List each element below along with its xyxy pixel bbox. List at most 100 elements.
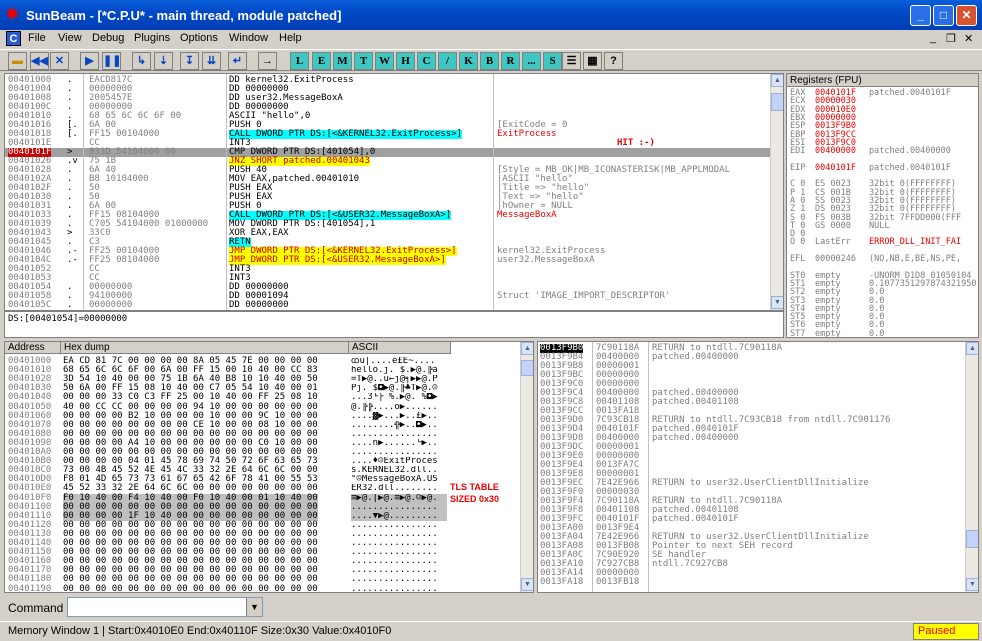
- scroll-up-icon[interactable]: ▲: [966, 342, 978, 355]
- dump-ascii: ................: [351, 539, 438, 548]
- breakpoints-button[interactable]: B: [480, 52, 499, 70]
- source-button[interactable]: S: [543, 52, 562, 70]
- menu-view[interactable]: View: [58, 32, 82, 44]
- stack-address: 0013FA18: [540, 577, 584, 587]
- disasm-row[interactable]: 0040102F. 50 PUSH EAX |Title => "hello": [5, 184, 770, 193]
- disasm-comment: user32.MessageBoxA: [497, 255, 595, 265]
- stack-pane[interactable]: 0013F9B0 7C90118A RETURN to ntdll.7C90118A…: [537, 341, 979, 593]
- status-text: Memory Window 1 | Start:0x4010E0 End:0x4…: [8, 625, 392, 637]
- menu-help[interactable]: Help: [279, 32, 302, 44]
- stack-comment: patched.00401108: [652, 397, 739, 407]
- disasm-row[interactable]: 0040101F >833D 54104000 00 CMP DWORD PTR D…: [5, 148, 770, 157]
- status-bar: Memory Window 1 | Start:0x4010E0 End:0x4…: [0, 621, 982, 641]
- scroll-thumb[interactable]: [966, 530, 978, 548]
- dump-hex: 00 00 00 00 00 00 00 00 00 00 00 00 00 0…: [63, 583, 318, 593]
- disasm-row[interactable]: 00401052 CC INT3: [5, 265, 770, 274]
- memory-window-button[interactable]: M: [333, 52, 352, 70]
- list-icon[interactable]: ☰: [562, 52, 581, 70]
- menu-window[interactable]: Window: [229, 32, 268, 44]
- dump-ascii: ....♦☺ExitProces: [351, 457, 438, 467]
- disassembly-scrollbar[interactable]: ▲ ▼: [770, 74, 783, 310]
- chevron-down-icon[interactable]: ▼: [246, 598, 262, 616]
- run-icon[interactable]: ▶: [80, 52, 99, 70]
- menu-bar: C File View Debug Plugins Options Window…: [0, 30, 982, 48]
- command-bar: Command ▼: [0, 595, 982, 620]
- disasm-row[interactable]: 0040105C. 00000000 DD 00000000: [5, 301, 770, 310]
- dump-ascii: ꭃü|....è£E~....: [351, 357, 436, 366]
- references-button[interactable]: R: [501, 52, 520, 70]
- modules-window-button[interactable]: E: [312, 52, 331, 70]
- stack-row[interactable]: 0013FA18 0013FB18: [538, 578, 965, 587]
- dump-ascii: ................: [351, 429, 438, 439]
- grid-icon[interactable]: ▦: [583, 52, 602, 70]
- call-stack-button[interactable]: K: [459, 52, 478, 70]
- stack-comment: RETURN to user32.UserClientDllInitialize: [652, 478, 869, 488]
- stack-scrollbar[interactable]: ▲ ▼: [965, 342, 978, 592]
- dump-ascii: ≡▶@.⌠▶@.≡▶@.☺▶@.: [351, 493, 447, 503]
- stack-comment: patched.0040101F: [652, 514, 739, 524]
- child-minimize-icon[interactable]: _: [930, 32, 936, 44]
- patches-window-button[interactable]: /: [438, 52, 457, 70]
- menu-debug[interactable]: Debug: [92, 32, 124, 44]
- dump-row[interactable]: 00401190 00 00 00 00 00 00 00 00 00 00 00…: [5, 583, 520, 593]
- child-restore-icon[interactable]: ❐: [946, 32, 956, 45]
- trace-into-icon[interactable]: ↧: [180, 52, 199, 70]
- threads-window-button[interactable]: T: [354, 52, 373, 70]
- command-input[interactable]: ▼: [67, 597, 263, 617]
- close-icon[interactable]: ✕: [50, 52, 69, 70]
- dump-ascii: °☺MessageBoxA.US: [351, 475, 438, 485]
- scroll-down-icon[interactable]: ▼: [966, 578, 978, 591]
- menu-file[interactable]: File: [28, 32, 46, 44]
- disasm-row[interactable]: 0040104C .- FF25 08104000 JMP DWORD PTR DS:…: [5, 256, 770, 265]
- register-row[interactable]: ST7 empty 0.0: [787, 328, 978, 338]
- scroll-up-icon[interactable]: ▲: [521, 342, 533, 355]
- trace-over-icon[interactable]: ⇊: [202, 52, 221, 70]
- dump-ascii: @.╠╠....ö▶......: [351, 402, 438, 412]
- scroll-up-icon[interactable]: ▲: [771, 74, 783, 87]
- disasm-row[interactable]: 0040102A. B8 10104000 MOV EAX,patched.0040…: [5, 175, 770, 184]
- windows-window-button[interactable]: W: [375, 52, 394, 70]
- close-button[interactable]: ✕: [956, 5, 977, 26]
- dump-ascii: ................: [351, 548, 438, 558]
- menu-options[interactable]: Options: [180, 32, 218, 44]
- disasm-comment: MessageBoxA: [497, 210, 557, 220]
- disasm-row[interactable]: 00401043 >33C0 XOR EAX,EAX: [5, 229, 770, 238]
- dump-header-address[interactable]: Address: [5, 342, 61, 354]
- command-label: Command: [8, 601, 64, 615]
- pause-icon[interactable]: ❚❚: [102, 52, 121, 70]
- scroll-thumb[interactable]: [771, 93, 783, 111]
- disasm-row[interactable]: 00401030. 50 PUSH EAX |Text => "hello": [5, 193, 770, 202]
- dump-header-ascii[interactable]: ASCII: [349, 342, 451, 354]
- disasm-row[interactable]: 00401010. 68 65 6C 6C 6F 00 ASCII "hello",…: [5, 112, 770, 121]
- minimize-button[interactable]: _: [910, 5, 931, 26]
- stack-comment: ntdll.7C927CB8: [652, 559, 728, 569]
- scroll-down-icon[interactable]: ▼: [521, 578, 533, 591]
- handles-window-button[interactable]: H: [396, 52, 415, 70]
- hit-annotation: HIT :-): [617, 138, 655, 148]
- scroll-thumb[interactable]: [521, 360, 533, 376]
- scroll-down-icon[interactable]: ▼: [771, 296, 783, 309]
- dump-pane[interactable]: Address Hex dump ASCII 00401000 EA CD 81 …: [4, 341, 534, 593]
- registers-pane[interactable]: Registers (FPU) EAX 0040101F patched.00401…: [786, 73, 979, 338]
- disassembly-pane[interactable]: 00401000. EACD817C DD kernel32.ExitProcess…: [4, 73, 784, 311]
- disasm-row[interactable]: 00401018 [. FF15 00104000 CALL DWORD PTR DS…: [5, 130, 770, 139]
- dump-address: 00401190: [8, 583, 52, 593]
- dump-scrollbar[interactable]: ▲ ▼: [520, 342, 533, 592]
- maximize-button[interactable]: □: [933, 5, 954, 26]
- step-into-icon[interactable]: ↳: [132, 52, 151, 70]
- menu-plugins[interactable]: Plugins: [134, 32, 170, 44]
- execute-till-return-icon[interactable]: ↵: [228, 52, 247, 70]
- dump-ascii: ...3└├ %.▶@. %◘▶: [351, 393, 438, 403]
- log-window-button[interactable]: L: [290, 52, 309, 70]
- child-close-icon[interactable]: ✕: [964, 32, 973, 45]
- cpu-window-button[interactable]: C: [417, 52, 436, 70]
- restart-icon[interactable]: ◀◀: [30, 52, 49, 70]
- step-over-icon[interactable]: ⇣: [154, 52, 173, 70]
- help-icon[interactable]: ?: [604, 52, 623, 70]
- disasm-row[interactable]: 00401039. C705 54104000 01000000 MOV DWORD…: [5, 220, 770, 229]
- run-trace-button[interactable]: ...: [522, 52, 541, 70]
- register-value: empty: [815, 328, 841, 338]
- open-icon[interactable]: ▬: [8, 52, 27, 70]
- dump-header-hex[interactable]: Hex dump: [61, 342, 349, 354]
- go-to-icon[interactable]: →: [258, 52, 277, 70]
